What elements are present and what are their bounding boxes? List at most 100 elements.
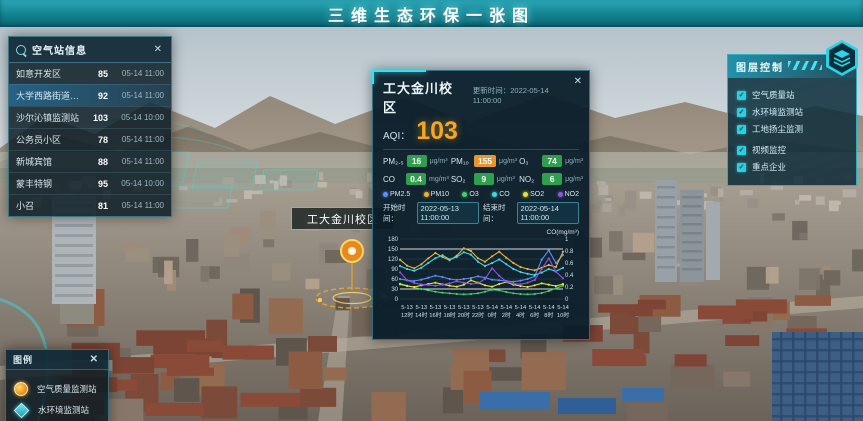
svg-text:5-13: 5-13 [430, 305, 442, 311]
svg-text:150: 150 [388, 247, 399, 253]
pollutant-name: O₃ [519, 157, 539, 166]
station-time: 05-14 11:00 [108, 157, 164, 166]
svg-text:5-13: 5-13 [472, 305, 484, 311]
svg-text:90: 90 [391, 267, 398, 273]
pollutant-value-badge: 16 [407, 155, 427, 167]
svg-text:4时: 4时 [516, 311, 525, 319]
station-value: 95 [86, 179, 108, 189]
legend-dot [523, 192, 528, 197]
layer-label: 视频监控 [752, 144, 786, 156]
layer-toggle-视频监控[interactable]: ✓ 视频监控 [737, 144, 847, 156]
station-row[interactable]: 蒙丰特钢9505-14 10:00 [9, 172, 171, 194]
station-row[interactable]: 沙尔沁镇监测站10305-14 10:00 [9, 106, 171, 128]
svg-text:0: 0 [395, 297, 399, 303]
layers-icon [832, 49, 852, 67]
svg-text:5-14: 5-14 [557, 305, 569, 311]
svg-text:0.4: 0.4 [565, 273, 574, 279]
close-icon[interactable]: ✕ [574, 76, 582, 87]
pollutant-unit: μg/m³ [430, 158, 448, 165]
pollutant-value-badge: 0.4 [406, 173, 426, 185]
svg-text:120: 120 [388, 257, 399, 263]
checkbox-icon[interactable]: ✓ [737, 146, 746, 155]
legend-item-label: 空气质量监测站 [37, 383, 97, 395]
chart-legend-item[interactable]: PM10 [424, 191, 449, 198]
chart-legend-item[interactable]: NO2 [558, 191, 579, 198]
station-panel-title: 空气站信息 [32, 42, 146, 57]
legend-dot [558, 192, 563, 197]
pollutant-value-badge: 9 [474, 173, 494, 185]
legend-item: 水环境监测站 [14, 404, 100, 416]
pollutant-unit: mg/m³ [429, 176, 449, 183]
top-bar: 三维生态环保一张图 [0, 0, 863, 27]
station-time: 05-14 11:00 [108, 135, 164, 144]
layer-toggle-空气质量站[interactable]: ✓空气质量站 [737, 89, 847, 101]
checkbox-icon[interactable]: ✓ [737, 125, 746, 134]
station-detail-popup: ✕ 工大金川校区 更新时间：2022-05-14 11:00:00 AQI： 1… [372, 70, 590, 340]
layer-toggle-工地扬尘监测[interactable]: ✓ 工地扬尘监测 [737, 123, 847, 135]
checkbox-icon[interactable]: ✓ [737, 108, 746, 117]
pollutant-cell: PM₁₀155μg/m³ [451, 155, 517, 167]
station-row[interactable]: 小召8105-14 11:00 [9, 194, 171, 216]
pollutant-grid: PM₂.₅16μg/m³PM₁₀155μg/m³O₃74 μg/m³ CO0.4mg… [383, 155, 579, 185]
legend-label: SO2 [530, 191, 544, 198]
svg-text:5-14: 5-14 [500, 305, 512, 311]
end-time-label: 结束时间： [483, 202, 513, 224]
chart-legend-item[interactable]: PM2.5 [383, 191, 410, 198]
station-row[interactable]: 公务员小区7805-14 11:00 [9, 128, 171, 150]
pollutant-cell: PM₂.₅16μg/m³ [383, 155, 449, 167]
station-rows: 如意开发区8505-14 11:00大学西路街道办事处9205-14 11:00… [9, 63, 171, 216]
station-name: 蒙丰特钢 [16, 177, 86, 190]
svg-text:2时: 2时 [502, 311, 511, 319]
chart-legend-item[interactable]: O3 [462, 191, 478, 198]
close-icon[interactable]: ✕ [152, 45, 164, 55]
legend-dot [424, 192, 429, 197]
svg-text:14时: 14时 [415, 311, 427, 319]
chart-legend-item[interactable]: SO2 [523, 191, 544, 198]
close-icon[interactable]: ✕ [88, 355, 101, 365]
layer-label: 工地扬尘监测 [752, 123, 803, 135]
chart-legend-item[interactable]: CO [492, 191, 510, 198]
update-time-label: 更新时间： [473, 86, 511, 95]
station-row[interactable]: 大学西路街道办事处9205-14 11:00 [9, 84, 171, 106]
svg-text:30: 30 [391, 287, 398, 293]
map-legend-panel: 图例 ✕ 空气质量监测站水环境监测站 [5, 349, 109, 421]
layer-toggle-重点企业[interactable]: ✓重点企业 [737, 161, 847, 173]
legend-dot [383, 192, 388, 197]
pollutant-value-badge: 6 [542, 173, 562, 185]
station-row[interactable]: 如意开发区8505-14 11:00 [9, 63, 171, 84]
svg-text:5-14: 5-14 [529, 305, 541, 311]
page-title: 三维生态环保一张图 [328, 2, 535, 26]
pollutant-value-badge: 74 [542, 155, 562, 167]
end-time-input[interactable]: 2022-05-14 11:00:00 [517, 202, 579, 224]
pollutant-name: CO [383, 175, 403, 184]
svg-text:5-13: 5-13 [444, 305, 456, 311]
pollutant-cell: SO₂9μg/m³ [451, 173, 517, 185]
svg-text:1: 1 [565, 237, 569, 243]
pollutant-name: SO₂ [451, 175, 471, 184]
pollutant-name: NO₂ [519, 175, 539, 184]
legend-label: PM2.5 [390, 191, 410, 198]
svg-text:5-14: 5-14 [486, 305, 498, 311]
svg-text:20时: 20时 [458, 311, 470, 319]
checkbox-icon[interactable]: ✓ [737, 163, 746, 172]
station-row[interactable]: 新城宾馆8805-14 11:00 [9, 150, 171, 172]
start-time-input[interactable]: 2022-05-13 11:00:00 [417, 202, 479, 224]
layer-toggle-水环境监测站[interactable]: ✓水环境监测站 [737, 106, 847, 118]
station-value: 78 [86, 135, 108, 145]
pollutant-unit: μg/m³ [497, 176, 515, 183]
svg-text:0: 0 [565, 297, 569, 303]
marker-pin-dot [348, 247, 356, 255]
checkbox-icon[interactable]: ✓ [737, 91, 746, 100]
app-root: 三维生态环保一张图 工大金川校区 空气站信息 ✕ 如意开发区8505-14 11… [0, 0, 863, 421]
station-time: 05-14 10:00 [108, 113, 164, 122]
svg-text:60: 60 [391, 277, 398, 283]
layer-control-panel: 图层控制 ✓空气质量站✓水环境监测站✓工地扬尘监测✓视频监控✓重点企业 [727, 54, 857, 186]
legend-label: PM10 [431, 191, 449, 198]
svg-text:5-13: 5-13 [458, 305, 470, 311]
svg-text:8时: 8时 [544, 311, 553, 319]
ring-dot [318, 298, 322, 302]
marker-ring-inner [333, 293, 371, 304]
svg-text:0时: 0时 [488, 311, 497, 319]
pollutant-unit: μg/m³ [499, 158, 517, 165]
svg-text:16时: 16时 [429, 311, 441, 319]
